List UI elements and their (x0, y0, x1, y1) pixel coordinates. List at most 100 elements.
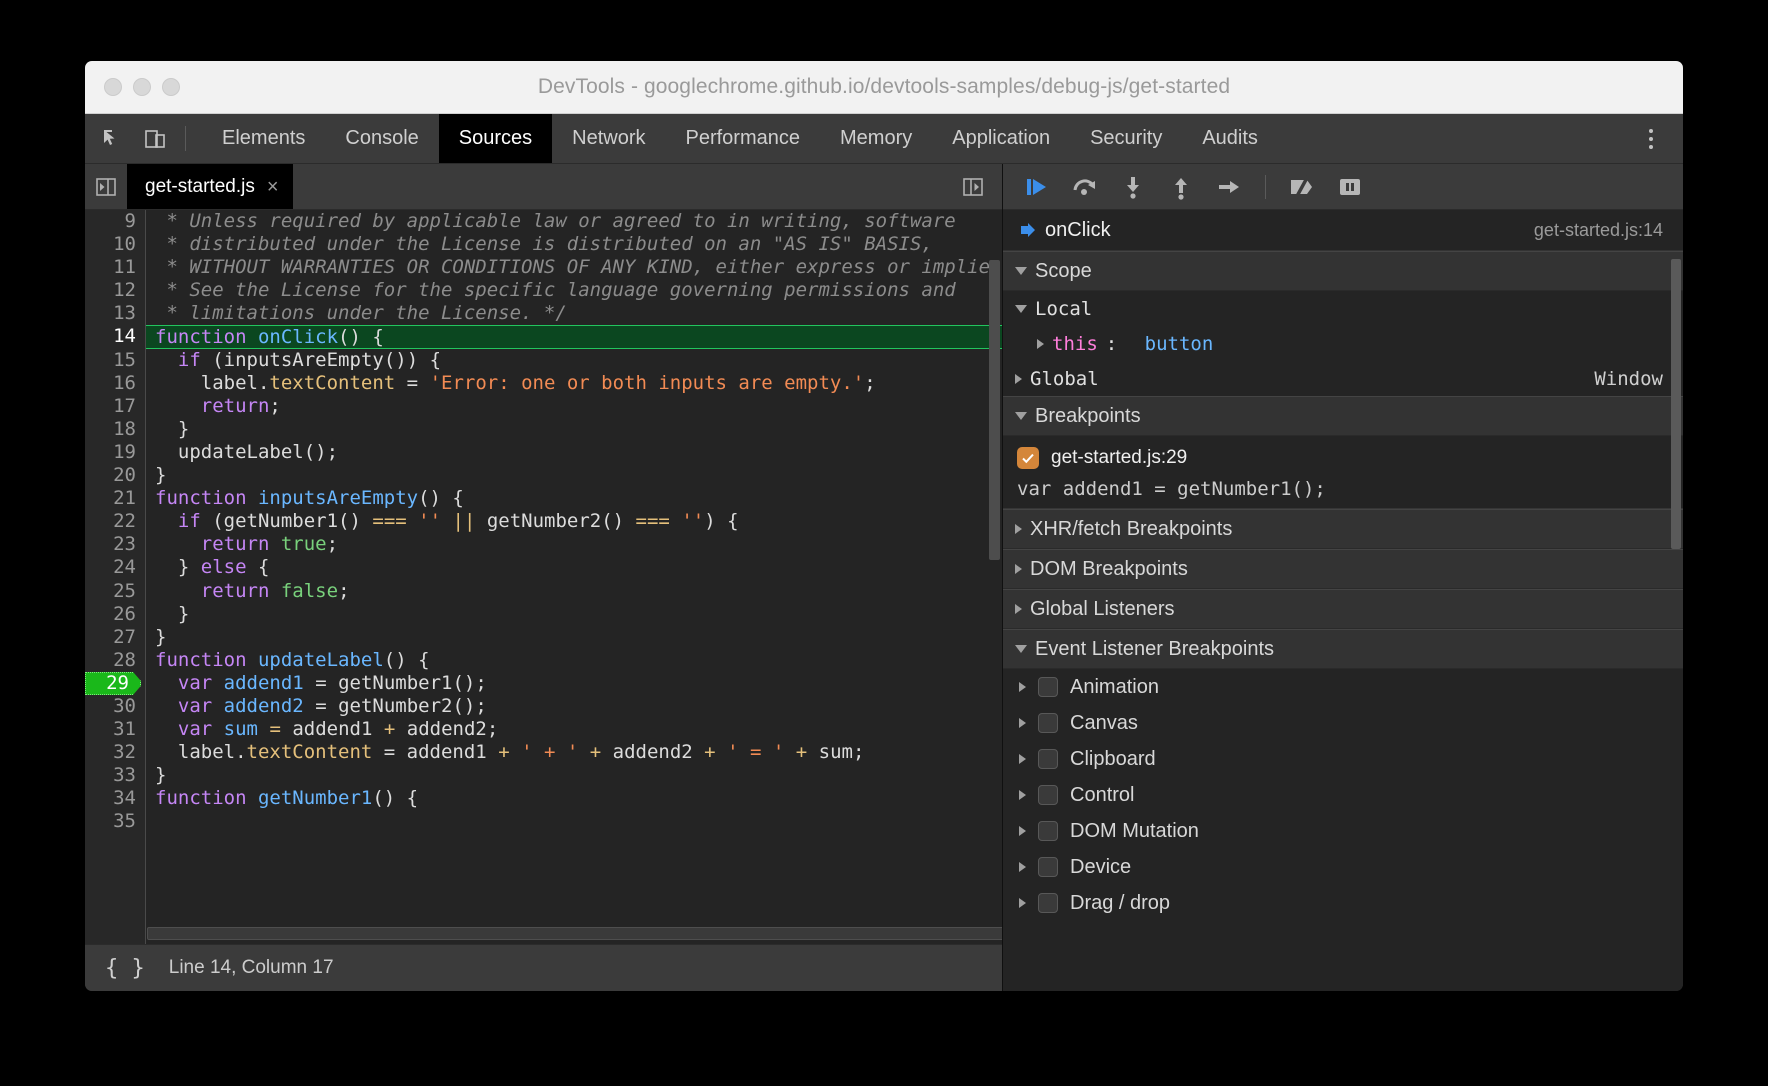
line-number[interactable]: 32 (85, 741, 145, 764)
section-header-global-listeners[interactable]: Global Listeners (1003, 589, 1683, 629)
close-window-button[interactable] (104, 78, 122, 96)
code-line[interactable]: if (inputsAreEmpty()) { (146, 349, 1002, 372)
code-line[interactable]: return; (146, 395, 1002, 418)
breakpoint-list-item[interactable]: get-started.js:29 var addend1 = getNumbe… (1003, 436, 1683, 509)
event-listener-checkbox[interactable] (1038, 677, 1058, 697)
pretty-print-icon[interactable]: { } (105, 956, 145, 981)
line-number[interactable]: 23 (85, 533, 145, 556)
line-number[interactable]: 20 (85, 464, 145, 487)
tab-security[interactable]: Security (1070, 114, 1182, 163)
event-listener-breakpoint-row[interactable]: Animation (1003, 669, 1683, 705)
chevron-right-icon[interactable] (1019, 790, 1026, 800)
line-number[interactable]: 11 (85, 256, 145, 279)
line-number[interactable]: 29 (85, 672, 145, 695)
code-line[interactable]: * distributed under the License is distr… (146, 233, 1002, 256)
chevron-right-icon[interactable] (1019, 754, 1026, 764)
code-line[interactable]: function inputsAreEmpty() { (146, 487, 1002, 510)
code-line[interactable]: } (146, 626, 1002, 649)
chevron-right-icon[interactable] (1019, 898, 1026, 908)
section-header-xhr-fetch-breakpoints[interactable]: XHR/fetch Breakpoints (1003, 509, 1683, 549)
line-number[interactable]: 25 (85, 580, 145, 603)
editor-horizontal-scrollbar[interactable] (147, 927, 1002, 940)
editor-tab-get-started-js[interactable]: get-started.js × (127, 164, 293, 209)
resume-icon[interactable] (1015, 169, 1059, 205)
pause-on-exceptions-icon[interactable] (1328, 169, 1372, 205)
step-over-icon[interactable] (1063, 169, 1107, 205)
code-line[interactable]: } (146, 418, 1002, 441)
breakpoint-checkbox[interactable] (1017, 447, 1039, 469)
code-line[interactable]: } (146, 764, 1002, 787)
line-number[interactable]: 12 (85, 279, 145, 302)
line-number[interactable]: 13 (85, 302, 145, 325)
code-line[interactable]: } else { (146, 556, 1002, 579)
tab-application[interactable]: Application (932, 114, 1070, 163)
tab-sources[interactable]: Sources (439, 114, 552, 163)
code-line[interactable]: return true; (146, 533, 1002, 556)
maximize-window-button[interactable] (162, 78, 180, 96)
scope-entry-this[interactable]: this: button (1003, 326, 1683, 361)
chevron-right-icon[interactable] (1019, 862, 1026, 872)
event-listener-checkbox[interactable] (1038, 713, 1058, 733)
tab-audits[interactable]: Audits (1182, 114, 1278, 163)
close-icon[interactable]: × (267, 177, 279, 197)
scope-group-local[interactable]: Local (1003, 291, 1683, 326)
scope-group-global[interactable]: Global Window (1003, 361, 1683, 396)
line-number[interactable]: 31 (85, 718, 145, 741)
tab-network[interactable]: Network (552, 114, 665, 163)
code-line[interactable]: updateLabel(); (146, 441, 1002, 464)
event-listener-checkbox[interactable] (1038, 893, 1058, 913)
tab-elements[interactable]: Elements (202, 114, 325, 163)
step-into-icon[interactable] (1111, 169, 1155, 205)
code-content[interactable]: * Unless required by applicable law or a… (146, 210, 1002, 944)
tab-performance[interactable]: Performance (666, 114, 821, 163)
line-number[interactable]: 18 (85, 418, 145, 441)
code-line[interactable]: function getNumber1() { (146, 787, 1002, 810)
code-line[interactable]: var sum = addend1 + addend2; (146, 718, 1002, 741)
line-number[interactable]: 17 (85, 395, 145, 418)
code-line[interactable]: var addend2 = getNumber2(); (146, 695, 1002, 718)
section-header-scope[interactable]: Scope (1003, 251, 1683, 291)
code-line[interactable]: label.textContent = addend1 + ' + ' + ad… (146, 741, 1002, 764)
line-number[interactable]: 10 (85, 233, 145, 256)
breakpoint-marker[interactable]: 29 (85, 672, 141, 695)
device-toolbar-icon[interactable] (141, 125, 169, 153)
editor-vertical-scrollbar[interactable] (989, 260, 1000, 560)
line-number[interactable]: 27 (85, 626, 145, 649)
line-number[interactable]: 28 (85, 649, 145, 672)
window-controls[interactable] (104, 78, 180, 96)
debugger-sections-scroll[interactable]: onClick get-started.js:14 Scope Local th… (1003, 210, 1683, 991)
event-listener-breakpoint-row[interactable]: DOM Mutation (1003, 813, 1683, 849)
chevron-right-icon[interactable] (1019, 718, 1026, 728)
tab-console[interactable]: Console (325, 114, 438, 163)
event-listener-breakpoint-row[interactable]: Device (1003, 849, 1683, 885)
line-number[interactable]: 35 (85, 810, 145, 833)
code-line[interactable]: function updateLabel() { (146, 649, 1002, 672)
code-line[interactable]: * Unless required by applicable law or a… (146, 210, 1002, 233)
code-line[interactable]: if (getNumber1() === '' || getNumber2() … (146, 510, 1002, 533)
code-line[interactable]: * limitations under the License. */ (146, 302, 1002, 325)
minimize-window-button[interactable] (133, 78, 151, 96)
debugger-vertical-scrollbar[interactable] (1671, 259, 1681, 549)
call-stack-frame-onclick[interactable]: onClick get-started.js:14 (1003, 210, 1683, 251)
line-number[interactable]: 30 (85, 695, 145, 718)
event-listener-checkbox[interactable] (1038, 857, 1058, 877)
tab-memory[interactable]: Memory (820, 114, 932, 163)
event-listener-checkbox[interactable] (1038, 749, 1058, 769)
event-listener-breakpoint-row[interactable]: Clipboard (1003, 741, 1683, 777)
line-number[interactable]: 14 (85, 325, 145, 348)
line-number[interactable]: 33 (85, 764, 145, 787)
section-header-dom-breakpoints[interactable]: DOM Breakpoints (1003, 549, 1683, 589)
line-number[interactable]: 16 (85, 372, 145, 395)
event-listener-breakpoint-row[interactable]: Drag / drop (1003, 885, 1683, 921)
line-number[interactable]: 15 (85, 349, 145, 372)
inspect-element-icon[interactable] (99, 125, 127, 153)
event-listener-checkbox[interactable] (1038, 785, 1058, 805)
line-number[interactable]: 34 (85, 787, 145, 810)
more-options-icon[interactable] (1639, 121, 1663, 157)
chevron-right-icon[interactable] (1019, 826, 1026, 836)
code-line[interactable]: } (146, 464, 1002, 487)
event-listener-breakpoint-row[interactable]: Control (1003, 777, 1683, 813)
deactivate-breakpoints-icon[interactable] (1280, 169, 1324, 205)
step-icon[interactable] (1207, 169, 1251, 205)
section-header-event-listener-breakpoints[interactable]: Event Listener Breakpoints (1003, 629, 1683, 669)
